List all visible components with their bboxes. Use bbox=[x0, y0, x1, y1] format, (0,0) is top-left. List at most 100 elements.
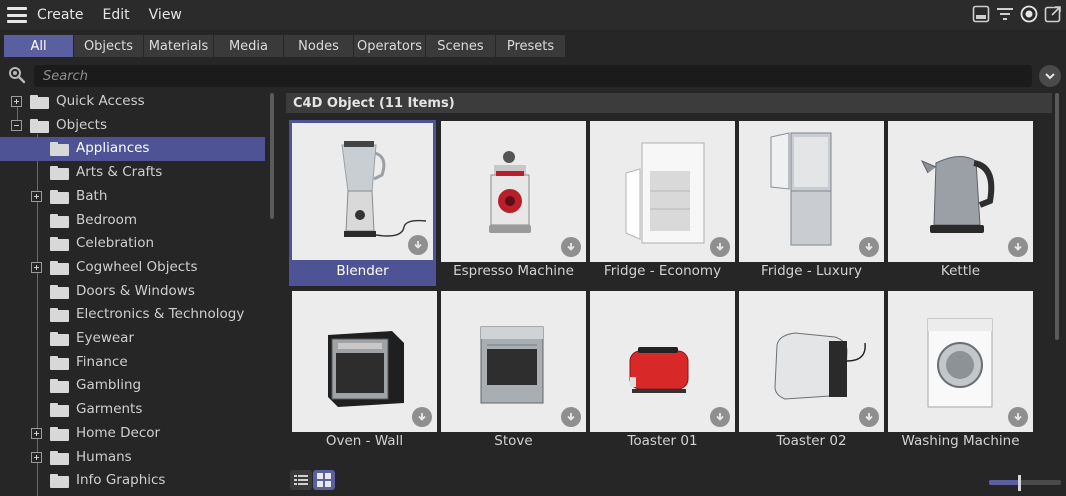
folder-icon bbox=[50, 189, 69, 204]
tree-item-label: Arts & Crafts bbox=[76, 164, 163, 181]
tab-presets[interactable]: Presets bbox=[496, 35, 565, 57]
tree-item-label: Bath bbox=[76, 187, 108, 204]
asset-card-stove[interactable]: Stove bbox=[440, 290, 587, 456]
asset-name: Espresso Machine bbox=[453, 263, 574, 279]
asset-card-oven-wall[interactable]: Oven - Wall bbox=[291, 290, 438, 456]
tree-item[interactable]: Electronics & Technology bbox=[0, 303, 265, 327]
expand-icon[interactable] bbox=[31, 261, 42, 273]
tab-operators[interactable]: Operators bbox=[354, 35, 425, 57]
download-icon[interactable] bbox=[710, 237, 730, 257]
asset-card-espresso-machine[interactable]: Espresso Machine bbox=[440, 120, 587, 286]
tree-item[interactable]: Bath bbox=[0, 185, 265, 209]
expand-icon[interactable] bbox=[31, 190, 42, 202]
menu-create[interactable]: Create bbox=[37, 7, 84, 23]
tab-materials[interactable]: Materials bbox=[144, 35, 213, 57]
tree-item[interactable]: Quick Access bbox=[0, 90, 265, 114]
search-input[interactable] bbox=[34, 65, 1032, 87]
slider-handle[interactable] bbox=[1018, 475, 1022, 491]
tree-item[interactable]: Finance bbox=[0, 351, 265, 375]
tree-item[interactable]: Bedroom bbox=[0, 209, 265, 233]
tab-all[interactable]: All bbox=[4, 35, 73, 57]
tree-item[interactable]: Appliances bbox=[0, 137, 265, 162]
toaster-01-thumbnail bbox=[590, 291, 735, 432]
tree-item[interactable]: Home Decor bbox=[0, 422, 265, 446]
fridge-luxury-thumbnail bbox=[739, 121, 884, 262]
asset-name: Oven - Wall bbox=[325, 433, 404, 449]
asset-card-blender[interactable]: Blender bbox=[289, 120, 436, 286]
menubar: Create Edit View bbox=[0, 0, 1066, 30]
folder-icon bbox=[50, 426, 69, 441]
radio-target-icon[interactable] bbox=[1020, 5, 1038, 23]
tab-nodes[interactable]: Nodes bbox=[284, 35, 353, 57]
search-icon bbox=[9, 67, 26, 84]
tree-item[interactable]: Info Graphics bbox=[0, 469, 265, 493]
tree-item[interactable]: Doors & Windows bbox=[0, 280, 265, 304]
tree-item-label: Doors & Windows bbox=[76, 282, 195, 299]
download-icon[interactable] bbox=[1008, 407, 1028, 427]
download-icon[interactable] bbox=[412, 407, 432, 427]
toaster-02-thumbnail bbox=[739, 291, 884, 432]
tab-scenes[interactable]: Scenes bbox=[426, 35, 495, 57]
folder-icon bbox=[50, 284, 69, 299]
asset-name: Toaster 02 bbox=[776, 433, 847, 449]
tree-item[interactable]: Cogwheel Objects bbox=[0, 256, 265, 280]
tab-media[interactable]: Media bbox=[214, 35, 283, 57]
download-icon[interactable] bbox=[408, 235, 428, 255]
tree-item[interactable]: Humans bbox=[0, 446, 265, 470]
download-icon[interactable] bbox=[561, 237, 581, 257]
download-icon[interactable] bbox=[859, 407, 879, 427]
tree-item-label: Garments bbox=[76, 401, 143, 418]
asset-card-toaster-01[interactable]: Toaster 01 bbox=[589, 290, 736, 456]
asset-name: Fridge - Luxury bbox=[761, 263, 862, 279]
asset-card-toaster-02[interactable]: Toaster 02 bbox=[738, 290, 885, 456]
tree-item[interactable]: Eyewear bbox=[0, 327, 265, 351]
tree-item[interactable]: Objects bbox=[0, 114, 265, 138]
asset-grid: Blender Espresso Machine Fridge - Econom… bbox=[286, 120, 1052, 477]
fridge-economy-thumbnail bbox=[590, 121, 735, 262]
tree-item[interactable]: Arts & Crafts bbox=[0, 161, 265, 185]
asset-card-kettle[interactable]: Kettle bbox=[887, 120, 1034, 286]
tree-item-label: Gambling bbox=[76, 377, 142, 394]
content-scrollbar[interactable] bbox=[1055, 93, 1059, 340]
category-tree: Quick Access Objects Appliances Arts & Craf… bbox=[0, 90, 276, 496]
section-header[interactable]: C4D Object (11 Items) bbox=[286, 93, 1052, 113]
open-external-icon[interactable] bbox=[1044, 5, 1062, 23]
expand-icon[interactable] bbox=[31, 427, 42, 439]
asset-name: Toaster 01 bbox=[627, 433, 698, 449]
grid-view-button[interactable] bbox=[313, 470, 335, 490]
menu-edit[interactable]: Edit bbox=[103, 7, 130, 23]
expand-icon[interactable] bbox=[31, 451, 42, 463]
asset-name: Blender bbox=[336, 263, 389, 279]
tree-item-label: Cogwheel Objects bbox=[76, 258, 198, 275]
tree-item-label: Bedroom bbox=[76, 211, 138, 228]
tree-item[interactable]: Garments bbox=[0, 398, 265, 422]
tree-item-label: Eyewear bbox=[76, 330, 134, 346]
menu-view[interactable]: View bbox=[149, 7, 182, 23]
search-options-button[interactable] bbox=[1039, 65, 1061, 87]
tab-objects[interactable]: Objects bbox=[74, 35, 143, 57]
download-icon[interactable] bbox=[859, 237, 879, 257]
expand-icon[interactable] bbox=[11, 96, 22, 107]
asset-card-fridge-economy[interactable]: Fridge - Economy bbox=[589, 120, 736, 286]
asset-card-washing-machine[interactable]: Washing Machine bbox=[887, 290, 1034, 456]
window-layout-icon[interactable] bbox=[972, 5, 990, 23]
tree-item[interactable]: Celebration bbox=[0, 232, 265, 256]
list-view-button[interactable] bbox=[290, 470, 312, 490]
collapse-icon[interactable] bbox=[11, 119, 22, 131]
download-icon[interactable] bbox=[710, 407, 730, 427]
grid-view-icon bbox=[317, 473, 331, 487]
filter-icon[interactable] bbox=[996, 5, 1014, 23]
hamburger-menu-icon[interactable] bbox=[7, 7, 27, 23]
download-icon[interactable] bbox=[1008, 237, 1028, 257]
asset-card-fridge-luxury[interactable]: Fridge - Luxury bbox=[738, 120, 885, 286]
download-icon[interactable] bbox=[561, 407, 581, 427]
tree-scrollbar[interactable] bbox=[270, 93, 274, 219]
thumbnail-size-slider[interactable] bbox=[989, 475, 1061, 491]
tree-item[interactable]: Gambling bbox=[0, 374, 265, 398]
folder-icon bbox=[50, 332, 69, 346]
asset-name: Washing Machine bbox=[901, 433, 1020, 449]
chevron-down-icon bbox=[1045, 73, 1055, 80]
tree-item-label: Objects bbox=[56, 116, 108, 133]
top-right-toolbar bbox=[972, 5, 1062, 23]
oven-wall-thumbnail bbox=[292, 291, 437, 432]
